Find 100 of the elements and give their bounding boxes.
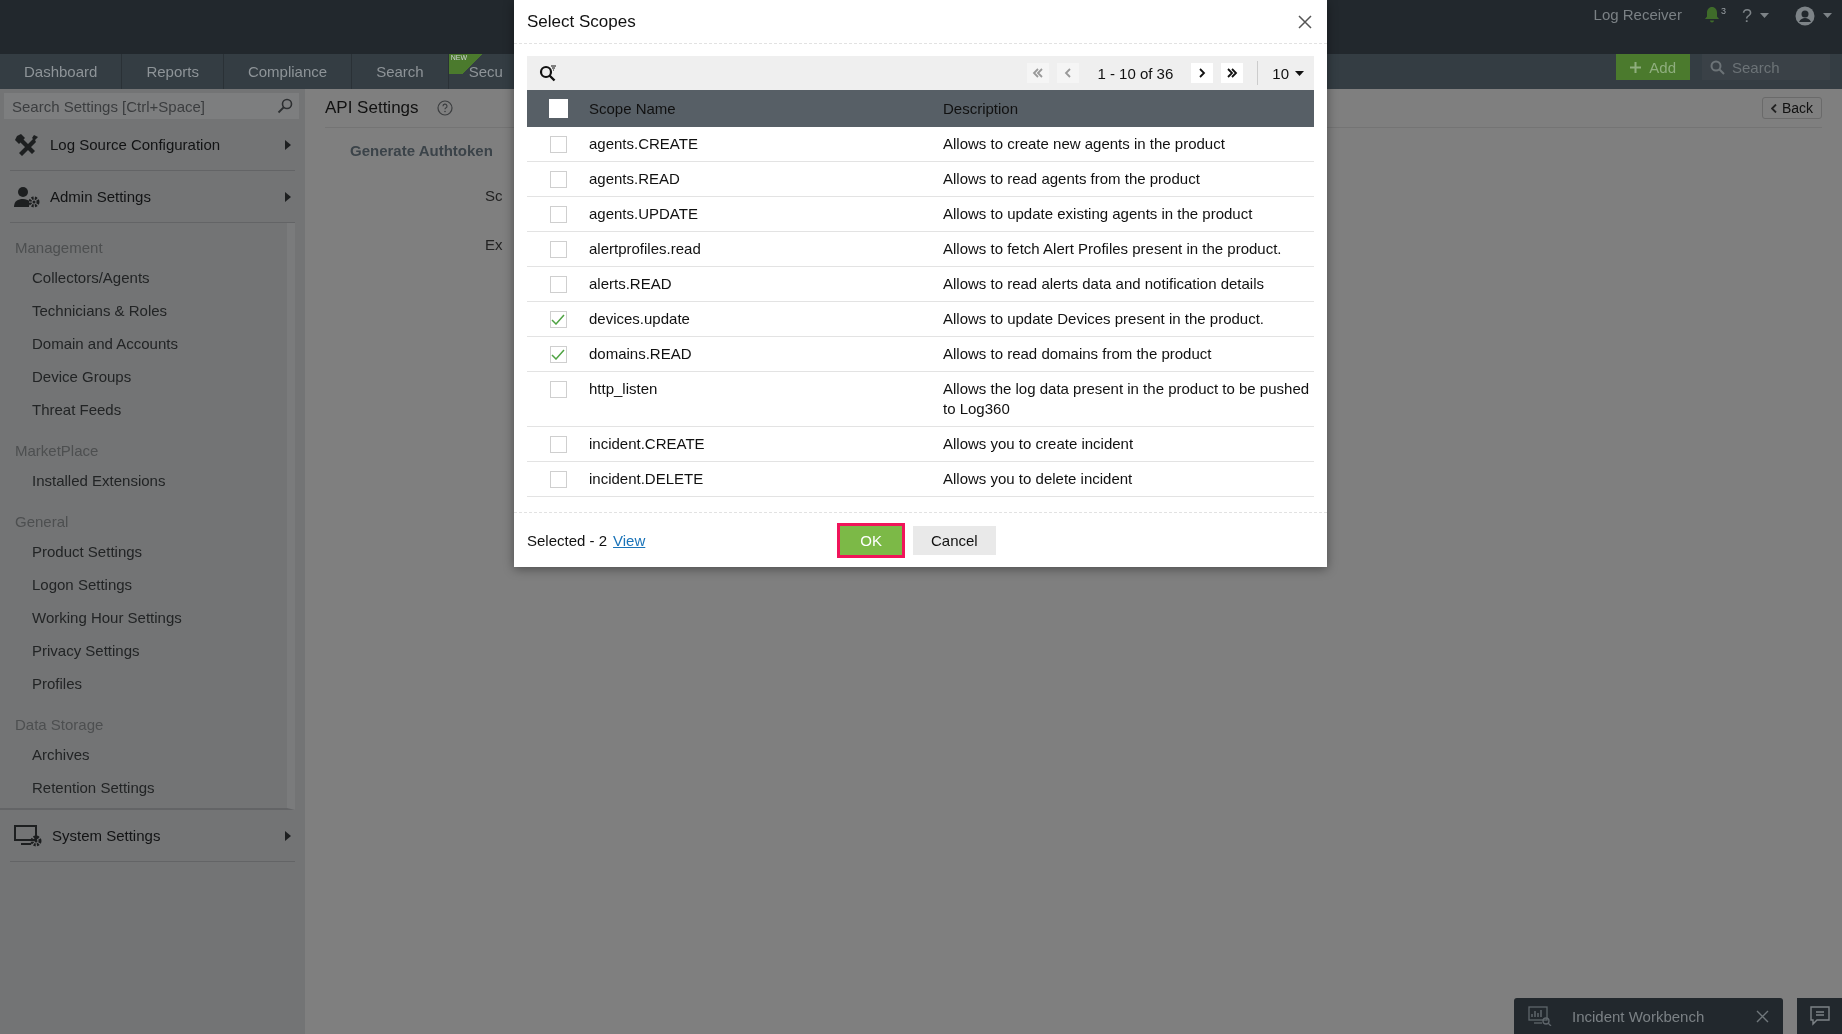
select-all-checkbox[interactable]: [548, 99, 568, 118]
sidebar-item[interactable]: Collectors/Agents: [0, 261, 287, 294]
sidebar-item[interactable]: Device Groups: [0, 360, 287, 393]
cancel-button[interactable]: Cancel: [913, 525, 996, 555]
tools-icon: [14, 132, 40, 157]
scope-name-cell-text: agents.READ: [589, 169, 681, 189]
row-checkbox[interactable]: [549, 206, 567, 223]
dialog-title: Select Scopes: [527, 11, 636, 32]
sidebar-item[interactable]: Privacy Settings: [0, 634, 287, 667]
close-icon[interactable]: [1756, 1009, 1769, 1023]
row-checkbox[interactable]: [549, 136, 567, 153]
description-cell-text: Allows you to create incident: [943, 434, 1135, 454]
section-title: Generate Authtoken: [350, 142, 493, 159]
sidebar-item[interactable]: Domain and Accounts: [0, 327, 287, 360]
chevron-left-icon: [1064, 68, 1073, 78]
sidebar-menu[interactable]: Log Source Configuration: [10, 119, 295, 171]
caret-right-icon: [285, 830, 291, 841]
user-avatar-icon[interactable]: [1795, 6, 1815, 26]
caret-icon[interactable]: [1760, 13, 1769, 18]
field-label: Ex: [485, 236, 503, 253]
row-checkbox[interactable]: [549, 381, 567, 398]
scope-name-cell-text: devices.update: [589, 309, 691, 329]
description-cell-text: Allows to update Devices present in the product.: [943, 309, 1265, 329]
sidebar-item[interactable]: Product Settings: [0, 535, 287, 568]
sidebar-item[interactable]: Installed Extensions: [0, 464, 287, 497]
search-icon: [1710, 60, 1725, 75]
plus-icon: [1630, 61, 1642, 73]
scope-name-cell-text: alertprofiles.read: [589, 239, 702, 259]
description-cell-text: Allows to fetch Alert Profiles present in the product.: [943, 239, 1283, 259]
next-page-button[interactable]: [1191, 63, 1214, 83]
sidebar-item[interactable]: Technicians & Roles: [0, 294, 287, 327]
bell-icon[interactable]: [1703, 6, 1720, 24]
column-header: Description: [943, 98, 1020, 119]
sidebar-item[interactable]: Threat Feeds: [0, 393, 287, 426]
scope-name-cell-text: incident.DELETE: [589, 469, 705, 489]
scope-name-cell-text: http_listen: [589, 379, 659, 399]
row-checkbox[interactable]: [549, 171, 567, 188]
search-icon: [277, 98, 293, 114]
description-cell-text: Allows to create new agents in the product: [943, 134, 1226, 154]
caret-right-icon: [285, 139, 291, 150]
row-checkbox[interactable]: [549, 311, 567, 328]
sidebar-item[interactable]: Profiles: [0, 667, 287, 700]
scope-name-cell-text: agents.UPDATE: [589, 204, 699, 224]
page-title: API Settings: [325, 98, 419, 118]
scope-name-cell-text: agents.CREATE: [589, 134, 699, 154]
app-label[interactable]: Log Receiver: [1593, 6, 1682, 23]
ok-button[interactable]: OK: [837, 522, 905, 558]
search-filter-icon[interactable]: [539, 64, 557, 82]
close-icon[interactable]: [1298, 14, 1312, 29]
description-cell-text: Allows the log data present in the product to be pushed to Log360: [943, 379, 1311, 419]
row-checkbox[interactable]: [549, 241, 567, 258]
row-checkbox[interactable]: [549, 346, 567, 363]
chevron-left-icon: [1770, 103, 1777, 113]
first-page-button[interactable]: [1027, 63, 1050, 83]
sidebar-item[interactable]: Logon Settings: [0, 568, 287, 601]
selected-count: Selected - 2: [527, 531, 608, 549]
previous-page-button[interactable]: [1057, 63, 1080, 83]
column-header: Scope Name: [589, 100, 677, 117]
description-cell-text: Allows to update existing agents in the product: [943, 204, 1254, 224]
view-link[interactable]: View: [613, 531, 646, 549]
scope-name-cell-text: incident.CREATE: [589, 434, 706, 454]
workbench-title: Incident Workbench: [1572, 1007, 1706, 1025]
menu-label: Log Source Configuration: [50, 136, 222, 153]
description-cell-text: Allows to read domains from the product: [943, 344, 1213, 364]
row-checkbox[interactable]: [549, 276, 567, 293]
page-range: 1 - 10 of 36: [1097, 64, 1174, 82]
caret-icon[interactable]: [1823, 13, 1832, 18]
add-button[interactable]: Add: [1616, 54, 1690, 80]
last-page-button[interactable]: [1221, 63, 1244, 83]
help-icon[interactable]: [436, 100, 453, 116]
chart-monitor-icon: [1528, 1006, 1552, 1026]
caret-right-icon: [285, 191, 291, 202]
sidebar-item[interactable]: Retention Settings: [0, 771, 287, 804]
menu-label: Admin Settings: [50, 188, 152, 205]
double-chevron-left-icon: [1032, 68, 1045, 78]
page-size-dropdown[interactable]: 10: [1272, 64, 1304, 82]
scope-name-cell-text: alerts.READ: [589, 274, 673, 294]
back-button[interactable]: Back: [1761, 97, 1822, 119]
field-label: Sc: [485, 187, 503, 204]
double-chevron-right-icon: [1226, 68, 1239, 78]
description-cell-text: Allows to read agents from the product: [943, 169, 1201, 189]
sidebar-menu[interactable]: Admin Settings: [10, 171, 295, 223]
chevron-right-icon: [1198, 68, 1207, 78]
user-gear-icon: [14, 185, 40, 208]
help-button[interactable]: ?: [1742, 6, 1752, 27]
row-checkbox[interactable]: [549, 436, 567, 453]
sidebar-menu[interactable]: System Settings: [10, 810, 295, 862]
notification-count: 3: [1720, 6, 1726, 16]
sidebar-item[interactable]: Archives: [0, 738, 287, 771]
chat-icon: [1809, 1006, 1830, 1026]
nav-tab[interactable]: Search: [352, 54, 449, 89]
monitor-gear-icon: [14, 824, 42, 847]
description-cell-text: Allows to read alerts data and notification details: [943, 274, 1266, 294]
menu-label: System Settings: [52, 827, 162, 844]
row-checkbox[interactable]: [549, 471, 567, 488]
settings-search-field[interactable]: Search Settings [Ctrl+Space]: [4, 93, 299, 119]
incident-workbench-bar[interactable]: Incident Workbench: [1514, 998, 1783, 1034]
sidebar-item[interactable]: Working Hour Settings: [0, 601, 287, 634]
caret-icon: [1295, 70, 1304, 76]
chat-button[interactable]: [1797, 998, 1842, 1034]
